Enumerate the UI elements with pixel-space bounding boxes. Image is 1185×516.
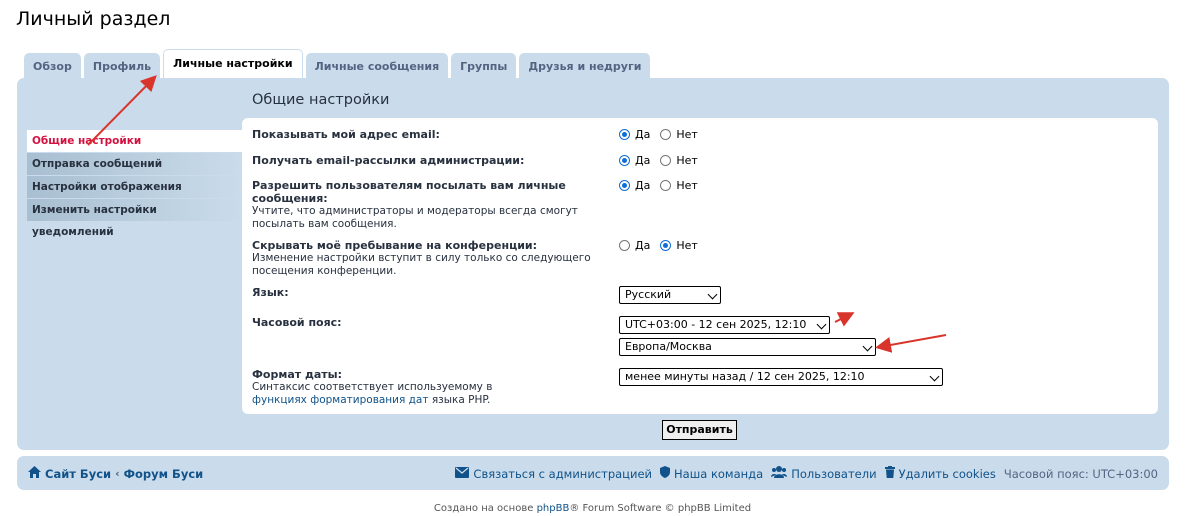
- users-icon: [771, 466, 788, 481]
- team-link[interactable]: Наша команда: [660, 466, 763, 481]
- delete-cookies-label: Удалить cookies: [898, 466, 996, 481]
- annotation-arrows: [87, 75, 947, 353]
- members-label: Пользователи: [791, 466, 877, 481]
- phpbb-link[interactable]: phpBB: [537, 503, 570, 514]
- footer-breadcrumb: Сайт Буси ‹ Форум Буси: [28, 466, 203, 481]
- footer-links: Связаться с администрацией Наша команда …: [447, 466, 1158, 481]
- arrow-to-zone: [875, 334, 947, 353]
- chevron-left-icon: ‹: [115, 467, 120, 480]
- envelope-icon: [455, 466, 470, 481]
- contact-link[interactable]: Связаться с администрацией: [455, 466, 653, 481]
- team-label: Наша команда: [674, 466, 764, 481]
- members-link[interactable]: Пользователи: [771, 466, 877, 481]
- delete-cookies-link[interactable]: Удалить cookies: [884, 466, 996, 481]
- trash-icon: [884, 466, 895, 481]
- arrow-to-offset: [834, 312, 855, 327]
- breadcrumb-forum-link[interactable]: Форум Буси: [124, 467, 204, 481]
- arrow-to-tab: [87, 75, 157, 146]
- shield-icon: [660, 466, 671, 481]
- home-icon: [28, 466, 41, 481]
- copyright-pre: Создано на основе: [433, 503, 534, 514]
- footer-nav: Сайт Буси ‹ Форум Буси Связаться с админ…: [17, 456, 1169, 490]
- copyright-post: ® Forum Software © phpBB Limited: [569, 503, 752, 514]
- footer-timezone: Часовой пояс: UTC+03:00: [1003, 466, 1158, 481]
- breadcrumb-site-link[interactable]: Сайт Буси: [45, 467, 111, 481]
- contact-label: Связаться с администрацией: [473, 466, 653, 481]
- copyright: Создано на основе phpBB® Forum Software …: [0, 503, 1185, 514]
